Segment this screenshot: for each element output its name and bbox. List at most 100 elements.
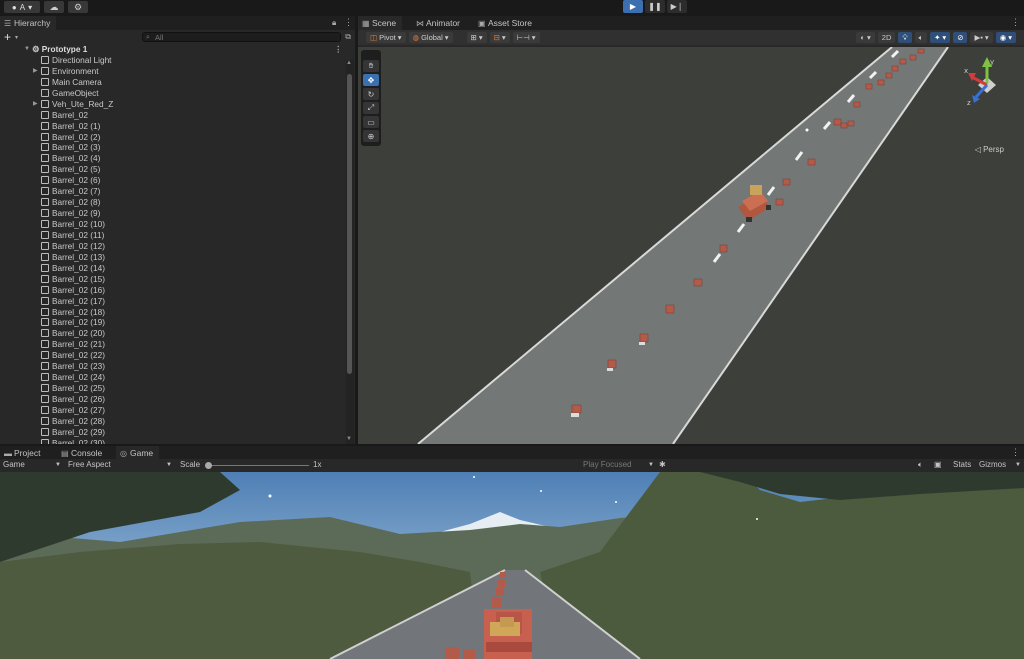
expand-arrow-icon[interactable]: ▶ bbox=[33, 66, 38, 77]
scroll-down-icon[interactable]: ▼ bbox=[346, 436, 352, 442]
kebab-menu-icon[interactable]: ⋮ bbox=[334, 44, 342, 55]
tree-item[interactable]: Barrel_02 (23) bbox=[0, 361, 346, 372]
hidden-objects-toggle[interactable]: ⊘ bbox=[953, 32, 968, 43]
tree-item[interactable]: Barrel_02 (28) bbox=[0, 416, 346, 427]
display-select[interactable]: Game bbox=[3, 460, 25, 469]
tab-console[interactable]: ▤ Console bbox=[57, 446, 108, 460]
tab-scene[interactable]: ▦ Scene bbox=[358, 16, 403, 30]
tree-item[interactable]: Directional Light bbox=[0, 55, 346, 66]
tree-item[interactable]: Barrel_02 (21) bbox=[0, 339, 346, 350]
increment-snap-dropdown[interactable]: ⊟ ▾ bbox=[489, 32, 510, 43]
chevron-down-icon[interactable]: ▼ bbox=[1015, 462, 1021, 468]
tree-item[interactable]: Barrel_02 (13) bbox=[0, 252, 346, 263]
camera-dropdown[interactable]: ▶▪ ▾ bbox=[970, 32, 993, 43]
kebab-menu-icon[interactable]: ⋮ bbox=[344, 17, 353, 28]
global-dropdown[interactable]: ◍ Global ▾ bbox=[408, 32, 453, 43]
tab-animator[interactable]: ⋈ Animator bbox=[412, 16, 466, 30]
tree-item[interactable]: Barrel_02 (15) bbox=[0, 274, 346, 285]
hand-tool[interactable]: ✋︎ bbox=[363, 60, 379, 72]
game-viewport[interactable] bbox=[0, 472, 1024, 659]
expand-arrow-icon[interactable]: ▶ bbox=[33, 99, 38, 110]
effects-dropdown[interactable]: ✦ ▾ bbox=[930, 32, 951, 43]
tree-item[interactable]: Barrel_02 (14) bbox=[0, 263, 346, 274]
tab-asset-store[interactable]: ▣ Asset Store bbox=[474, 16, 538, 30]
gizmos-button[interactable]: Gizmos bbox=[979, 460, 1006, 469]
hierarchy-search-input[interactable]: ⌕ All bbox=[142, 32, 342, 42]
scene-viewport[interactable]: ✋︎ ✥ ↻ ⤢ ▭ ⊕ y x z ◁ Persp bbox=[358, 47, 1024, 444]
ruler-dropdown[interactable]: ⊢⊣ ▾ bbox=[512, 32, 540, 43]
kebab-menu-icon[interactable]: ⋮ bbox=[1011, 447, 1020, 458]
tree-item[interactable]: ▶ Environment bbox=[0, 66, 346, 77]
tree-item[interactable]: Barrel_02 (20) bbox=[0, 328, 346, 339]
tree-item[interactable]: Barrel_02 (8) bbox=[0, 197, 346, 208]
scene-visibility-icon[interactable]: ⧉ bbox=[345, 32, 351, 42]
tree-item[interactable]: Barrel_02 (1) bbox=[0, 121, 346, 132]
chevron-down-icon[interactable]: ▼ bbox=[166, 462, 172, 468]
services-button[interactable]: ⚙ bbox=[68, 1, 88, 13]
gizmos-dropdown[interactable]: ◉ ▾ bbox=[995, 32, 1016, 43]
bug-icon[interactable]: ✱ bbox=[659, 460, 666, 469]
tree-item[interactable]: Barrel_02 (3) bbox=[0, 142, 346, 153]
aspect-select[interactable]: Free Aspect bbox=[68, 460, 111, 469]
pause-button[interactable]: ❚❚ bbox=[645, 0, 665, 13]
tree-item[interactable]: Barrel_02 (22) bbox=[0, 350, 346, 361]
step-button[interactable]: ▶❘ bbox=[667, 0, 687, 13]
scale-slider-knob[interactable] bbox=[205, 462, 212, 469]
tree-item[interactable]: Barrel_02 (29) bbox=[0, 427, 346, 438]
lock-icon[interactable]: 🔒︎ bbox=[332, 18, 336, 28]
tree-item[interactable]: Barrel_02 (4) bbox=[0, 153, 346, 164]
tree-item[interactable]: Barrel_02 (24) bbox=[0, 372, 346, 383]
play-focused-select[interactable]: Play Focused bbox=[583, 460, 631, 469]
tree-item[interactable]: Barrel_02 (19) bbox=[0, 317, 346, 328]
tab-hierarchy[interactable]: ☰ Hierarchy bbox=[0, 16, 57, 30]
projection-toggle[interactable]: ◁ Persp bbox=[975, 145, 1004, 154]
tree-item[interactable]: ▶ Veh_Ute_Red_Z bbox=[0, 99, 346, 110]
tree-item[interactable]: Barrel_02 (12) bbox=[0, 241, 346, 252]
stats-icon[interactable]: ▣ bbox=[934, 460, 942, 469]
move-tool[interactable]: ✥ bbox=[363, 74, 379, 86]
tree-item[interactable]: Barrel_02 (26) bbox=[0, 394, 346, 405]
rect-tool[interactable]: ▭ bbox=[363, 116, 379, 128]
tab-project[interactable]: ▬ Project bbox=[0, 446, 46, 460]
tree-item[interactable]: Barrel_02 (17) bbox=[0, 296, 346, 307]
account-button[interactable]: ● A ▾ bbox=[4, 1, 40, 13]
scene-gizmo[interactable]: y x z bbox=[964, 55, 1010, 105]
tree-item[interactable]: Main Camera bbox=[0, 77, 346, 88]
pivot-dropdown[interactable]: ◫ Pivot ▾ bbox=[366, 32, 406, 43]
lighting-toggle[interactable]: 💡︎ bbox=[898, 32, 912, 43]
tree-root[interactable]: ▼ ⚙ Prototype 1 ⋮ bbox=[0, 44, 346, 55]
tree-item[interactable]: Barrel_02 (5) bbox=[0, 164, 346, 175]
tree-item[interactable]: Barrel_02 (2) bbox=[0, 132, 346, 143]
kebab-menu-icon[interactable]: ⋮ bbox=[1011, 17, 1020, 28]
grid-snap-dropdown[interactable]: ⊞ ▾ bbox=[466, 32, 487, 43]
tree-item[interactable]: Barrel_02 (27) bbox=[0, 405, 346, 416]
mode-2d-toggle[interactable]: 2D bbox=[877, 32, 896, 43]
rotate-tool[interactable]: ↻ bbox=[363, 88, 379, 100]
tree-item[interactable]: Barrel_02 (25) bbox=[0, 383, 346, 394]
tab-game[interactable]: ◎ Game bbox=[116, 446, 160, 460]
stats-button[interactable]: Stats bbox=[953, 460, 971, 469]
transform-tool[interactable]: ⊕ bbox=[363, 130, 379, 142]
play-button[interactable]: ▶ bbox=[623, 0, 643, 13]
add-object-button[interactable]: + bbox=[4, 30, 11, 44]
audio-toggle[interactable]: 🔈︎ bbox=[914, 32, 928, 43]
cloud-button[interactable]: ☁ bbox=[44, 1, 64, 13]
tree-item[interactable]: Barrel_02 (18) bbox=[0, 307, 346, 318]
mute-audio-icon[interactable]: 🔈︎ bbox=[918, 460, 923, 470]
tree-item[interactable]: Barrel_02 (30) bbox=[0, 438, 346, 444]
tree-item[interactable]: Barrel_02 (16) bbox=[0, 285, 346, 296]
tree-item[interactable]: Barrel_02 (10) bbox=[0, 219, 346, 230]
tree-item[interactable]: Barrel_02 (7) bbox=[0, 186, 346, 197]
draw-mode-dropdown[interactable]: ◐ ▾ bbox=[856, 32, 875, 43]
tree-item[interactable]: Barrel_02 bbox=[0, 110, 346, 121]
tree-item[interactable]: Barrel_02 (6) bbox=[0, 175, 346, 186]
tree-item[interactable]: GameObject bbox=[0, 88, 346, 99]
chevron-down-icon[interactable]: ▼ bbox=[55, 462, 61, 468]
chevron-down-icon[interactable]: ▼ bbox=[648, 462, 654, 468]
scrollbar-thumb[interactable] bbox=[347, 74, 352, 374]
tree-item[interactable]: Barrel_02 (9) bbox=[0, 208, 346, 219]
expand-arrow-icon[interactable]: ▼ bbox=[24, 44, 30, 55]
tree-item[interactable]: Barrel_02 (11) bbox=[0, 230, 346, 241]
scroll-up-icon[interactable]: ▲ bbox=[346, 60, 352, 66]
chevron-down-icon[interactable]: ▾ bbox=[15, 34, 18, 41]
